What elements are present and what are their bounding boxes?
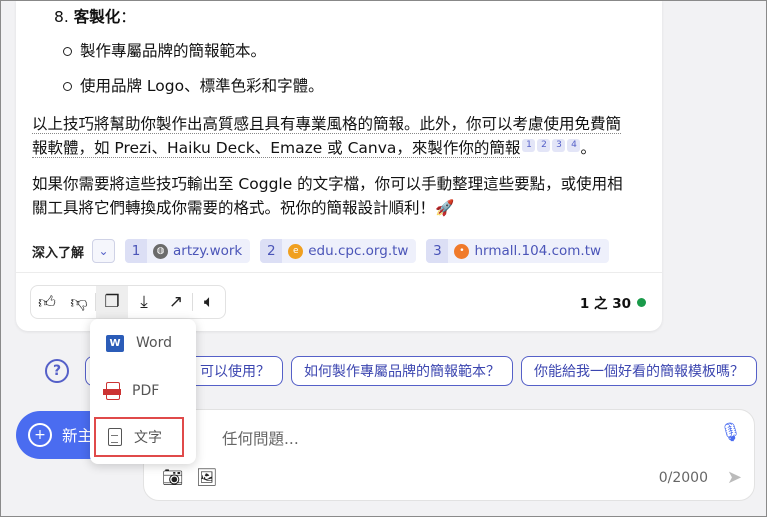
speaker-icon: 🔈︎ <box>203 292 215 312</box>
104-logo-icon: • <box>454 243 470 259</box>
export-menu: W Word PDF 文字 <box>90 319 196 464</box>
read-aloud-button[interactable]: 🔈︎ <box>193 286 225 318</box>
microphone-icon[interactable]: 🎙︎ <box>719 422 742 443</box>
citation-4[interactable]: 4 <box>567 138 581 152</box>
paragraph-summary: 以上技巧將幫助你製作出高質感且具有專業風格的簡報。此外，你可以考慮使用免費簡 報… <box>32 115 622 158</box>
camera-icon[interactable]: 📷︎ <box>162 468 184 488</box>
export-word-item[interactable]: W Word <box>94 323 192 363</box>
suggestion-button[interactable]: 如何製作專屬品牌的簡報範本？ <box>291 356 513 386</box>
download-icon: ⤓ <box>140 292 148 312</box>
response-actions-bar: 👍︎ 👎︎ ❐ ⤓ ↗ 🔈︎ <box>30 285 226 319</box>
source-chip-2[interactable]: 2 e edu.cpc.org.tw <box>260 239 417 263</box>
summary-line-2: 報軟體，如 Prezi、Haiku Deck、Emaze 或 Canva，來製作… <box>32 139 521 158</box>
thumbs-down-icon: 👎︎ <box>70 292 88 313</box>
bullet-item: 使用品牌 Logo、標準色彩和字體。 <box>60 74 324 98</box>
citation-2[interactable]: 2 <box>537 138 551 152</box>
source-chip-3[interactable]: 3 • hrmall.104.com.tw <box>426 239 610 263</box>
composer-input[interactable]: 任何問題... <box>222 427 299 449</box>
answer-card: 8. 客製化： 製作專屬品牌的簡報範本。 使用品牌 Logo、標準色彩和字體。 … <box>16 1 662 331</box>
new-chat-icon: + <box>28 423 52 447</box>
paragraph-export-tip: 如果你需要將這些技巧輸出至 Coggle 的文字檔，你可以手動整理這些要點，或使… <box>32 175 623 217</box>
source-chip-1[interactable]: 1 ◍ artzy.work <box>125 239 251 263</box>
summary-line-1: 以上技巧將幫助你製作出高質感且具有專業風格的簡報。此外，你可以考慮使用免費簡 <box>32 115 622 134</box>
copy-icon: ❐ <box>104 292 120 312</box>
question-icon[interactable]: ? <box>45 359 69 383</box>
item-8-title: 客製化 <box>73 8 121 26</box>
thumbs-up-button[interactable]: 👍︎ <box>31 286 63 318</box>
send-icon[interactable]: ➤ <box>727 467 742 488</box>
expand-sources-button[interactable]: ⌄ <box>92 239 116 263</box>
citation-1[interactable]: 1 <box>522 138 536 152</box>
cpc-logo-icon: e <box>288 243 304 259</box>
bullet-item: 製作專屬品牌的簡報範本。 <box>60 39 266 63</box>
learn-more-row: 深入了解 ⌄ 1 ◍ artzy.work 2 e edu.cpc.org.tw 3… <box>32 238 610 264</box>
image-add-icon[interactable]: 🖼︎ <box>196 468 218 488</box>
share-icon: ↗ <box>168 292 184 312</box>
share-button[interactable]: ↗ <box>160 286 192 318</box>
suggestion-button[interactable]: 你能給我一個好看的簡報模板嗎？ <box>521 356 757 386</box>
pdf-icon <box>103 382 121 400</box>
list-item-8: 8. 客製化： <box>54 8 136 26</box>
learn-more-label: 深入了解 <box>32 245 85 261</box>
citation-3[interactable]: 3 <box>552 138 566 152</box>
chat-composer[interactable]: 任何問題... 🎙︎ 📷︎ 🖼︎ 0/2000 ➤ <box>143 409 755 501</box>
status-dot <box>637 297 646 307</box>
copy-button[interactable]: ❐ <box>96 286 128 318</box>
chevron-down-icon: ⌄ <box>98 244 109 258</box>
export-button[interactable]: ⤓ <box>128 286 160 318</box>
globe-icon: ◍ <box>153 243 169 259</box>
export-text-item[interactable]: 文字 <box>94 417 184 457</box>
char-counter: 0/2000 <box>658 470 708 486</box>
text-file-icon <box>108 428 122 446</box>
response-pager: 1 之 30 <box>580 292 646 312</box>
export-pdf-item[interactable]: PDF <box>94 371 192 411</box>
divider <box>16 272 662 273</box>
thumbs-up-icon: 👍︎ <box>38 292 56 313</box>
thumbs-down-button[interactable]: 👎︎ <box>63 286 95 318</box>
word-icon: W <box>106 334 124 352</box>
